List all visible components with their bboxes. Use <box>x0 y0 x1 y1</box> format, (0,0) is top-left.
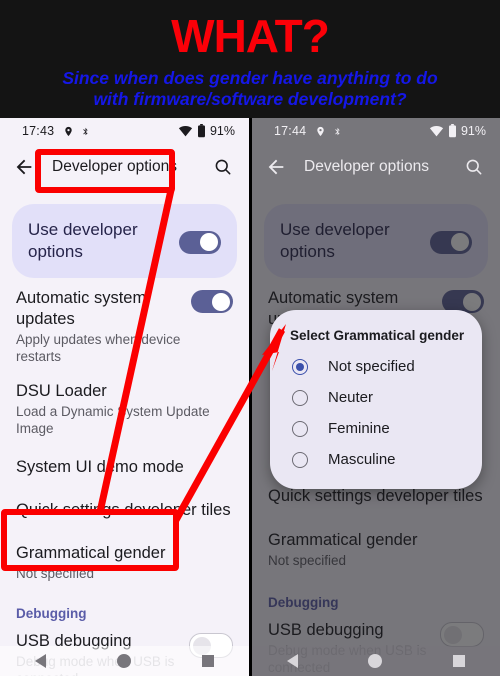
row-title: DSU Loader <box>16 382 107 400</box>
use-developer-options-card[interactable]: Use developer options <box>264 204 488 278</box>
nav-home-icon[interactable] <box>116 654 131 668</box>
select-grammatical-gender-dialog[interactable]: Select Grammatical gender Not specified … <box>270 310 482 489</box>
radio-option-label: Neuter <box>328 389 374 406</box>
row-title: Grammatical gender <box>268 531 418 549</box>
use-developer-options-toggle[interactable] <box>179 230 221 254</box>
nav-back-icon[interactable] <box>35 654 47 668</box>
radio-option-label: Feminine <box>328 420 390 437</box>
status-bar-clock: 17:44 <box>274 124 307 138</box>
bluetooth-icon <box>83 127 88 135</box>
app-bar: Developer options <box>0 144 249 190</box>
settings-list[interactable]: Use developer options Automatic system u… <box>0 190 249 676</box>
status-bar-right-icons: 91% <box>178 124 235 138</box>
table-row[interactable]: System UI demo mode <box>0 443 249 484</box>
radio-button[interactable] <box>292 389 308 406</box>
row-title: USB debugging <box>268 621 384 639</box>
grammatical-gender-row[interactable]: Grammatical gender Not specified <box>252 513 500 575</box>
wifi-icon <box>178 125 193 137</box>
radio-button[interactable] <box>292 420 308 437</box>
radio-option-label: Not specified <box>328 358 415 375</box>
status-bar-left-icons <box>63 125 90 138</box>
radio-option-label: Masculine <box>328 451 396 468</box>
grammatical-gender-row[interactable]: Grammatical gender Not specified <box>0 527 249 588</box>
use-developer-options-card[interactable]: Use developer options <box>12 204 237 278</box>
toggle-knob <box>212 292 230 311</box>
search-icon[interactable] <box>464 157 484 177</box>
meme-header-banner: WHAT? Since when does gender have anythi… <box>0 0 500 118</box>
use-developer-options-label: Use developer options <box>280 220 390 261</box>
status-bar-left-icons <box>315 125 342 138</box>
location-pin-icon <box>317 126 324 136</box>
battery-icon <box>448 124 456 138</box>
section-header-debugging: Debugging <box>16 606 87 621</box>
row-subtitle: Not specified <box>16 566 95 581</box>
row-title: Quick settings developer tiles <box>16 501 231 519</box>
location-pin-icon <box>65 126 72 136</box>
toggle-knob <box>451 233 469 251</box>
use-developer-options-toggle[interactable] <box>430 230 472 254</box>
toggle-knob <box>463 292 481 311</box>
table-row[interactable]: Automatic system updates Apply updates w… <box>0 278 249 371</box>
nav-home-icon[interactable] <box>368 654 383 668</box>
wifi-icon <box>429 125 444 137</box>
battery-icon <box>197 124 205 138</box>
radio-option-not-specified[interactable]: Not specified <box>270 351 482 382</box>
page-title: Developer options <box>52 158 177 175</box>
nav-back-icon[interactable] <box>287 654 299 668</box>
automatic-system-updates-toggle[interactable] <box>191 290 233 313</box>
meme-subtitle-line-1: Since when does gender have anything to … <box>62 68 438 88</box>
row-subtitle: Not specified <box>268 553 347 568</box>
nav-recents-icon[interactable] <box>201 655 214 667</box>
status-bar-right-icons: 91% <box>429 124 486 138</box>
nav-recents-icon[interactable] <box>452 655 465 667</box>
radio-option-masculine[interactable]: Masculine <box>270 444 482 475</box>
row-title: Automatic system updates <box>16 289 147 328</box>
status-bar: 17:43 91% <box>0 118 249 144</box>
system-navigation-bar[interactable] <box>252 646 500 676</box>
row-subtitle: Load a Dynamic System Update Image <box>16 404 210 436</box>
arrow-back-icon[interactable] <box>13 156 35 178</box>
battery-percent-label: 91% <box>209 124 235 138</box>
usb-debugging-toggle[interactable] <box>440 622 484 647</box>
status-bar-clock: 17:43 <box>22 124 55 138</box>
search-icon[interactable] <box>213 157 233 177</box>
battery-percent-label: 91% <box>460 124 486 138</box>
radio-button[interactable] <box>292 451 308 468</box>
toggle-knob <box>444 625 462 644</box>
arrow-back-icon[interactable] <box>265 156 287 178</box>
status-bar: 17:44 91% <box>252 118 500 144</box>
table-row[interactable]: Quick settings developer tiles <box>0 484 249 527</box>
bluetooth-icon <box>335 127 340 135</box>
meme-subtitle-line-2: with firmware/software development? <box>93 89 407 109</box>
radio-button-selected[interactable] <box>292 358 308 375</box>
section-header-debugging: Debugging <box>268 595 339 610</box>
dialog-title: Select Grammatical gender <box>290 328 465 343</box>
toggle-knob <box>200 233 218 251</box>
page-title: Developer options <box>304 158 429 175</box>
right-phone-screenshot: Use developer options Automatic system u… <box>252 118 500 676</box>
row-subtitle: Apply updates when device restarts <box>16 332 181 364</box>
table-row[interactable]: DSU Loader Load a Dynamic System Update … <box>0 371 249 443</box>
radio-option-neuter[interactable]: Neuter <box>270 382 482 413</box>
row-title: Grammatical gender <box>16 544 166 562</box>
meme-subtitle: Since when does gender have anything to … <box>0 68 500 110</box>
row-title: System UI demo mode <box>16 458 184 476</box>
radio-option-feminine[interactable]: Feminine <box>270 413 482 444</box>
app-bar: Developer options <box>252 144 500 190</box>
system-navigation-bar[interactable] <box>0 646 249 676</box>
meme-title: WHAT? <box>171 10 330 62</box>
use-developer-options-label: Use developer options <box>28 220 138 261</box>
left-phone-screenshot: 17:43 91% Developer options Use develope… <box>0 118 249 676</box>
row-title: Quick settings developer tiles <box>268 487 483 505</box>
